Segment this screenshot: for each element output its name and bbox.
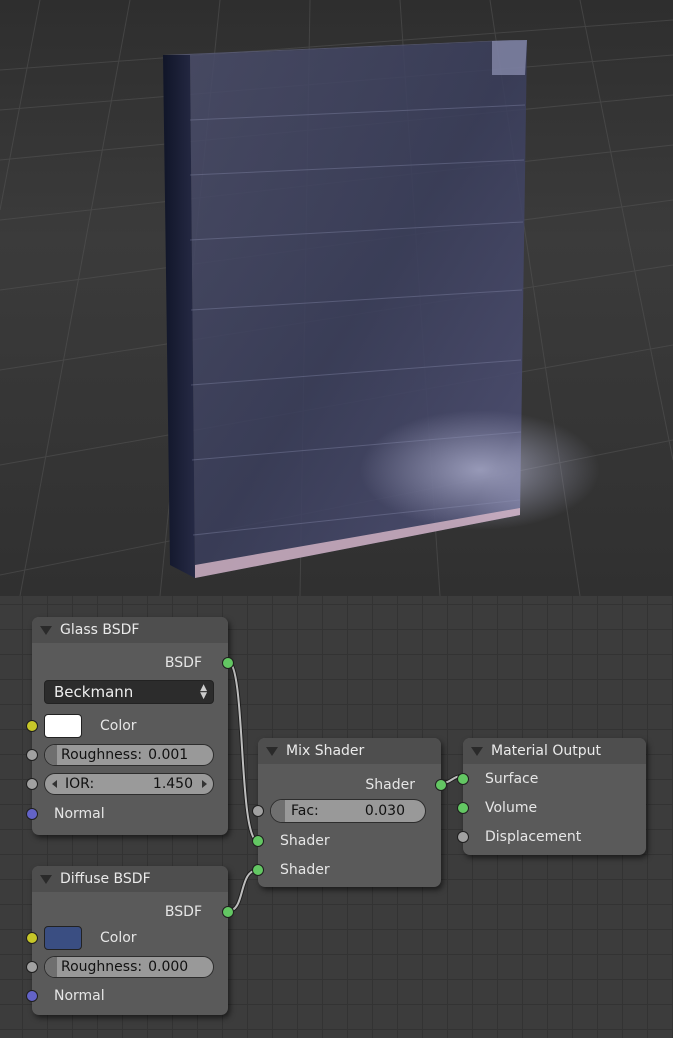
output-label: BSDF — [164, 655, 202, 671]
render-viewport[interactable] — [0, 0, 673, 596]
collapse-arrow-icon[interactable] — [266, 746, 278, 756]
bsdf-output-socket[interactable] — [222, 906, 234, 918]
normal-input-socket[interactable] — [26, 990, 38, 1002]
collapse-arrow-icon[interactable] — [471, 746, 483, 756]
ior-input-socket[interactable] — [26, 778, 38, 790]
surface-label: Surface — [485, 771, 539, 787]
roughness-label: Roughness: — [61, 959, 143, 975]
ior-value: 1.450 — [152, 776, 193, 792]
node-header[interactable]: Glass BSDF — [32, 617, 228, 643]
output-label: Shader — [365, 777, 415, 793]
node-title: Material Output — [491, 743, 601, 759]
roughness-input-socket[interactable] — [26, 961, 38, 973]
updown-arrows-icon: ▲ ▼ — [200, 683, 207, 701]
increment-arrow-icon[interactable] — [202, 780, 207, 788]
shader1-input-socket[interactable] — [252, 835, 264, 847]
displacement-input-socket[interactable] — [457, 831, 469, 843]
node-header[interactable]: Diffuse BSDF — [32, 866, 228, 892]
fac-label: Fac: — [291, 803, 319, 819]
surface-input-socket[interactable] — [457, 773, 469, 785]
fac-input-socket[interactable] — [252, 805, 264, 817]
normal-label: Normal — [54, 988, 105, 1004]
color-label: Color — [100, 930, 137, 946]
material-output-node[interactable]: Material Output Surface Volume Displacem… — [457, 738, 646, 855]
node-header[interactable]: Material Output — [463, 738, 646, 764]
distribution-dropdown[interactable]: Beckmann ▲ ▼ — [44, 680, 214, 704]
color-input-socket[interactable] — [26, 932, 38, 944]
dropdown-value: Beckmann — [54, 683, 134, 701]
shader2-input-socket[interactable] — [252, 864, 264, 876]
color-label: Color — [100, 718, 137, 734]
color-swatch[interactable] — [44, 926, 82, 950]
volume-input-socket[interactable] — [457, 802, 469, 814]
ior-label: IOR: — [65, 776, 95, 792]
roughness-input-socket[interactable] — [26, 749, 38, 761]
roughness-field[interactable]: Roughness: 0.001 — [44, 744, 214, 766]
glass-bsdf-node[interactable]: Glass BSDF BSDF Beckmann ▲ ▼ Color Roughn… — [26, 617, 234, 835]
shader-output-socket[interactable] — [435, 779, 447, 791]
node-title: Glass BSDF — [60, 622, 140, 638]
collapse-arrow-icon[interactable] — [40, 625, 52, 635]
diffuse-bsdf-node[interactable]: Diffuse BSDF BSDF Color Roughness: 0.000… — [26, 866, 234, 1015]
node-title: Diffuse BSDF — [60, 871, 151, 887]
output-label: BSDF — [164, 904, 202, 920]
color-swatch[interactable] — [44, 714, 82, 738]
mix-shader-node[interactable]: Mix Shader Shader Fac: 0.030 Shader Shad… — [252, 738, 447, 887]
node-title: Mix Shader — [286, 743, 365, 759]
shader1-label: Shader — [280, 833, 330, 849]
bsdf-output-socket[interactable] — [222, 657, 234, 669]
normal-input-socket[interactable] — [26, 808, 38, 820]
roughness-field[interactable]: Roughness: 0.000 — [44, 956, 214, 978]
shader2-label: Shader — [280, 862, 330, 878]
node-editor[interactable]: Glass BSDF BSDF Beckmann ▲ ▼ Color Roughn… — [0, 596, 673, 1038]
roughness-value: 0.000 — [148, 959, 189, 975]
normal-label: Normal — [54, 806, 105, 822]
displacement-label: Displacement — [485, 829, 582, 845]
roughness-value: 0.001 — [148, 747, 189, 763]
volume-label: Volume — [485, 800, 538, 816]
node-header[interactable]: Mix Shader — [258, 738, 441, 764]
fac-value: 0.030 — [364, 803, 405, 819]
roughness-label: Roughness: — [61, 747, 143, 763]
collapse-arrow-icon[interactable] — [40, 874, 52, 884]
fac-field[interactable]: Fac: 0.030 — [270, 799, 426, 823]
ior-field[interactable]: IOR: 1.450 — [44, 773, 214, 795]
render-image — [0, 0, 673, 596]
color-input-socket[interactable] — [26, 720, 38, 732]
